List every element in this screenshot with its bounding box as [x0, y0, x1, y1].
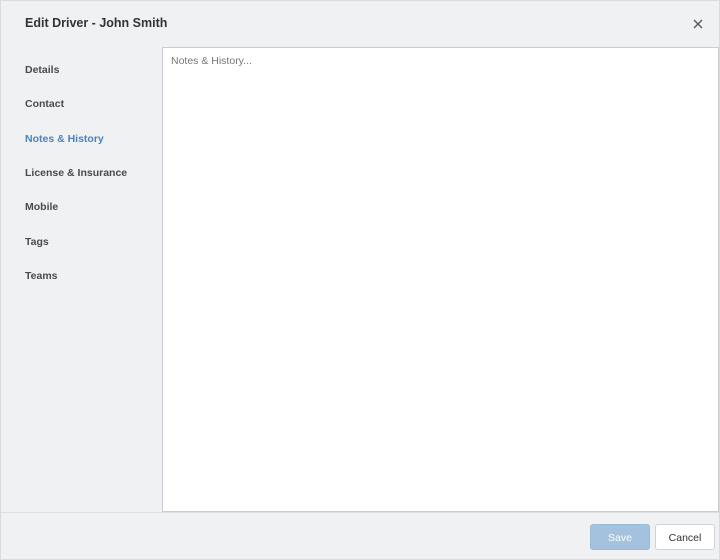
close-button[interactable]	[687, 13, 709, 35]
notes-history-textarea[interactable]	[163, 48, 718, 511]
sidebar-item-contact[interactable]: Contact	[25, 98, 64, 110]
sidebar-item-license-insurance[interactable]: License & Insurance	[25, 167, 127, 179]
dialog-footer: Save Cancel	[1, 512, 719, 559]
edit-driver-dialog: Edit Driver - John Smith Details Contact…	[0, 0, 720, 560]
close-icon	[693, 19, 703, 29]
sidebar-nav: Details Contact Notes & History License …	[1, 47, 162, 511]
sidebar-item-details[interactable]: Details	[25, 64, 59, 76]
sidebar-item-tags[interactable]: Tags	[25, 236, 49, 248]
dialog-title: Edit Driver - John Smith	[25, 16, 168, 30]
save-button[interactable]: Save	[590, 524, 650, 550]
sidebar-item-mobile[interactable]: Mobile	[25, 201, 58, 213]
notes-panel	[162, 47, 719, 512]
sidebar-item-notes-history[interactable]: Notes & History	[25, 133, 104, 145]
cancel-button[interactable]: Cancel	[655, 524, 715, 550]
dialog-header: Edit Driver - John Smith	[1, 1, 719, 47]
sidebar-item-teams[interactable]: Teams	[25, 270, 58, 282]
